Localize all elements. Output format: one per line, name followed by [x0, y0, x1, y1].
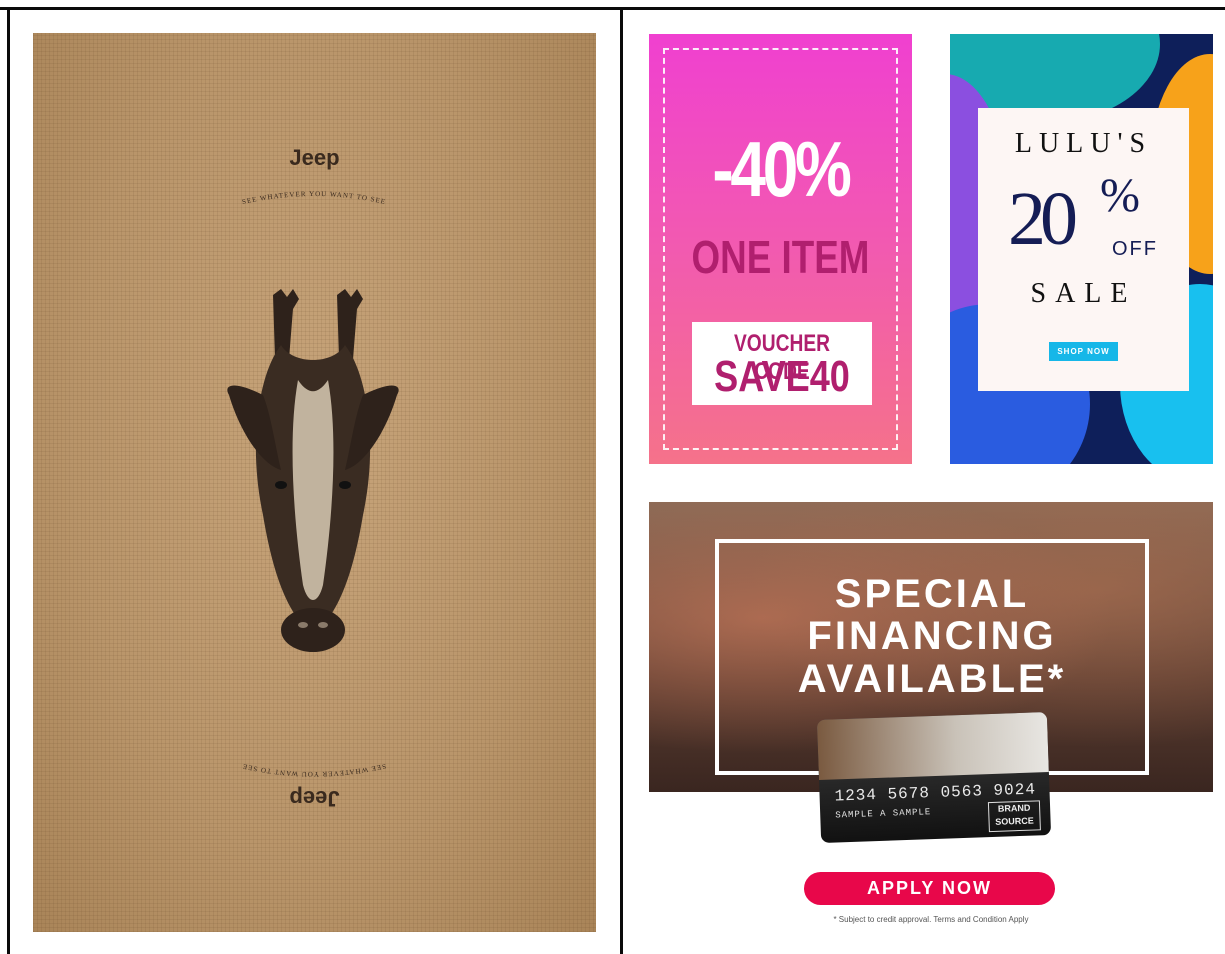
jeep-giraffe-poster: Jeep SEE WHATEVER YOU WANT TO SEE SEE WH…: [33, 33, 596, 932]
lulus-sale-card: LULU'S 20 % OFF SALE SHOP NOW: [978, 108, 1189, 391]
lulus-name: LULU'S: [1014, 128, 1153, 159]
svg-text:SEE WHATEVER YOU WANT TO SEE: SEE WHATEVER YOU WANT TO SEE: [241, 762, 386, 778]
voucher-box: VOUCHER CODE SAVE40: [692, 322, 872, 405]
lulus-sale-banner[interactable]: LULU'S 20 % OFF SALE SHOP NOW: [950, 34, 1213, 464]
lulus-sale-label: SALE: [1030, 278, 1137, 309]
giraffe-duck-illustration: [227, 289, 399, 652]
svg-text:SEE WHATEVER YOU WANT TO SEE: SEE WHATEVER YOU WANT TO SEE: [241, 190, 386, 206]
financing-headline-line2: FINANCING: [807, 614, 1057, 658]
lulus-off-label: OFF: [1112, 238, 1158, 260]
lulus-percent-sign: %: [1100, 169, 1140, 222]
voucher-code: SAVE40: [714, 352, 850, 401]
frame-left-border: [7, 7, 10, 954]
special-financing-banner: SPECIAL FINANCING AVAILABLE* 1234 5678 0…: [649, 502, 1213, 932]
financing-disclaimer: * Subject to credit approval. Terms and …: [833, 915, 1029, 924]
financing-headline-line1: SPECIAL: [834, 572, 1030, 616]
shop-now-button[interactable]: SHOP NOW: [1049, 342, 1118, 361]
credit-card-image: 1234 5678 0563 9024 SAMPLE A SAMPLE BRAN…: [816, 712, 1052, 843]
frame-top-border: [0, 7, 1225, 10]
jeep-logo-bottom: Jeep: [289, 786, 340, 811]
credit-card-holder: SAMPLE A SAMPLE: [835, 807, 932, 821]
discount-percent: -40%: [712, 125, 851, 213]
discount-subtitle: ONE ITEM: [691, 231, 870, 283]
discount-promo-banner[interactable]: -40% ONE ITEM VOUCHER CODE SAVE40: [649, 34, 912, 464]
apply-now-button[interactable]: APPLY NOW: [804, 872, 1055, 905]
brand-source-logo: BRAND SOURCE: [987, 800, 1041, 833]
jeep-tagline-top: SEE WHATEVER YOU WANT TO SEE: [241, 190, 386, 206]
frame-center-divider: [620, 7, 623, 954]
credit-card-kitchen-photo: [816, 712, 1049, 781]
financing-headline-line3: AVAILABLE*: [797, 657, 1067, 701]
lulus-discount-number: 20: [1008, 177, 1078, 261]
jeep-logo-top: Jeep: [289, 145, 340, 170]
